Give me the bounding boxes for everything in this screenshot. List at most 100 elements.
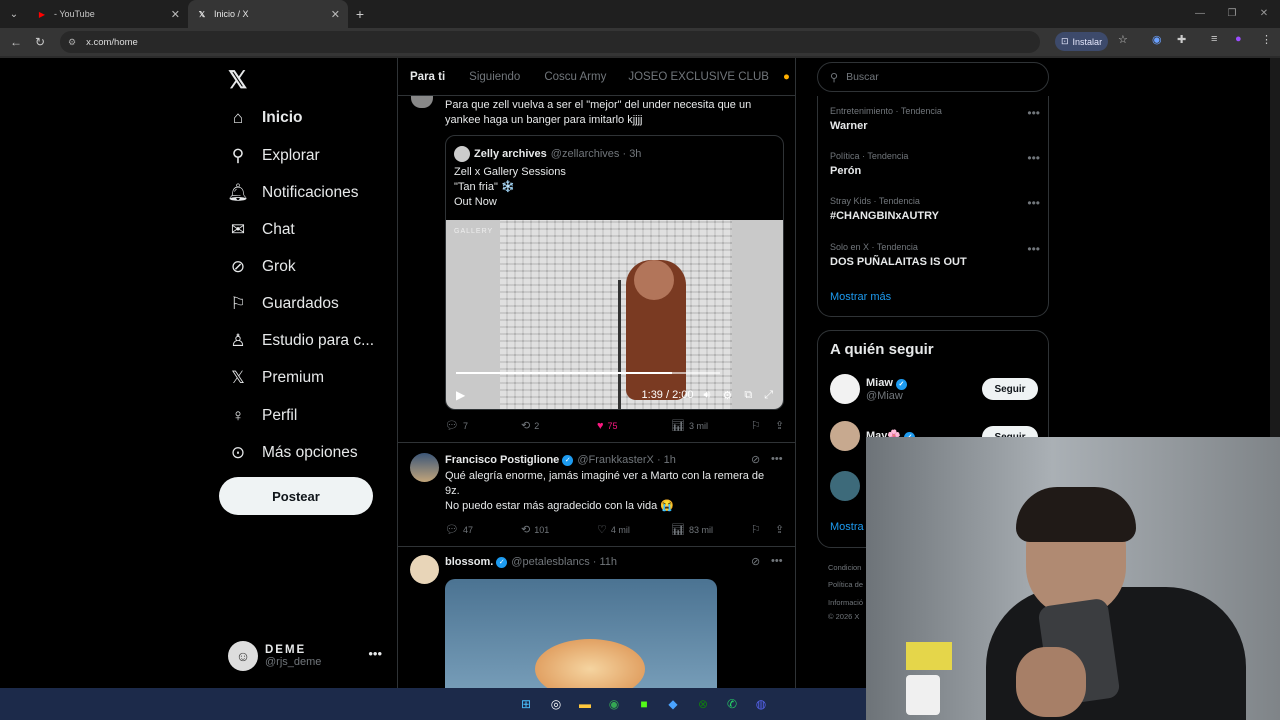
play-icon[interactable]: ▶: [456, 388, 465, 402]
new-tab-button[interactable]: +: [348, 6, 372, 22]
post-button[interactable]: Postear: [219, 477, 373, 515]
like-button[interactable]: ♥ 75: [597, 420, 671, 432]
more-dots-icon[interactable]: •••: [1027, 196, 1040, 210]
close-tab-icon[interactable]: ✕: [171, 8, 180, 21]
back-icon[interactable]: ←: [4, 35, 28, 49]
xbox-icon[interactable]: ⊗: [695, 696, 711, 712]
nav-notifications[interactable]: 🔔︎ Notificaciones: [226, 178, 358, 208]
reading-list-icon[interactable]: ≡: [1211, 33, 1217, 45]
tab-search-button[interactable]: ⌄: [0, 0, 28, 28]
nav-label: Más opciones: [262, 444, 358, 461]
show-more-link[interactable]: Mostra: [830, 521, 864, 533]
tab-overflow-icon[interactable]: ●: [783, 71, 790, 83]
repost-button[interactable]: ⟲ 2: [521, 419, 597, 432]
footer-link[interactable]: Política de: [828, 580, 863, 589]
trend-context: Stray Kids · Tendencia: [830, 196, 920, 206]
grok-icon[interactable]: ⊘: [751, 453, 760, 466]
more-dots-icon[interactable]: •••: [1027, 151, 1040, 165]
url-bar[interactable]: ⚙ x.com/home: [60, 31, 1040, 53]
x-logo-icon[interactable]: 𝕏: [228, 66, 247, 95]
nav-explore[interactable]: ⚲ Explorar: [226, 141, 320, 171]
tab-youtube[interactable]: ▶ - YouTube ✕: [28, 0, 188, 28]
bookmark-button[interactable]: ⚐: [751, 419, 775, 432]
tweet-image[interactable]: [445, 579, 717, 688]
whatsapp-icon[interactable]: ✆: [724, 696, 740, 712]
install-app-button[interactable]: ⊡ Instalar: [1055, 32, 1109, 51]
restore-icon[interactable]: ❐: [1216, 0, 1248, 28]
quote-text: Zell x Gallery Sessions "Tan fria" ❄️ Ou…: [454, 165, 566, 210]
footer-link[interactable]: Condicion: [828, 563, 861, 572]
repost-button[interactable]: ⟲ 101: [521, 523, 597, 536]
pip-icon[interactable]: ⧉: [744, 389, 752, 402]
follow-button[interactable]: Seguir: [982, 378, 1038, 400]
more-dots-icon[interactable]: •••: [1027, 106, 1040, 120]
trend-item[interactable]: Solo en X · Tendencia DOS PUÑALAITAS IS …: [830, 242, 967, 268]
reply-button[interactable]: 💬︎ 47: [445, 523, 521, 536]
show-more-link[interactable]: Mostrar más: [830, 291, 891, 303]
follow-suggestion[interactable]: Miaw ✓ @Miaw: [830, 374, 907, 404]
nav-profile[interactable]: ♀ Perfil: [226, 401, 298, 431]
nav-chat[interactable]: ✉ Chat: [226, 215, 295, 245]
app-icon[interactable]: ◎: [548, 696, 564, 712]
avatar[interactable]: [410, 453, 439, 482]
video-player[interactable]: GALLERY ▶ 1:39 / 2:00 🔊︎ ⚙ ⧉ ⤢: [446, 220, 783, 409]
fullscreen-icon[interactable]: ⤢: [764, 389, 773, 402]
discord-icon[interactable]: ◍: [753, 696, 769, 712]
settings-icon[interactable]: ⚙: [722, 389, 732, 402]
tab-para-ti[interactable]: Para ti: [410, 71, 445, 83]
windows-start-icon[interactable]: ⊞: [518, 696, 534, 712]
author-name[interactable]: Francisco Postiglione: [445, 454, 559, 466]
author-handle[interactable]: @FrankkasterX · 1h: [577, 454, 676, 466]
chrome-icon[interactable]: ◉: [606, 696, 622, 712]
share-button[interactable]: ⇪: [775, 419, 788, 432]
author-name[interactable]: blossom.: [445, 556, 493, 568]
extensions-icon[interactable]: ✚: [1177, 33, 1186, 46]
bookmark-button[interactable]: ⚐: [751, 523, 775, 536]
nav-more-options[interactable]: ⊙ Más opciones: [226, 438, 358, 468]
minimize-icon[interactable]: —: [1184, 0, 1216, 28]
account-switcher[interactable]: ☺ DEME @rjs_deme •••: [228, 640, 388, 672]
nav-bookmarks[interactable]: ⚐ Guardados: [226, 289, 338, 319]
tab-joseo-club[interactable]: JOSEO EXCLUSIVE CLUB: [628, 71, 769, 83]
app-diamond-icon[interactable]: ◆: [665, 696, 681, 712]
profile-avatar-icon[interactable]: ●: [1235, 33, 1242, 45]
site-info-icon[interactable]: ⚙: [68, 37, 76, 48]
nav-grok[interactable]: ⊘ Grok: [226, 252, 296, 282]
author-handle[interactable]: @petalesblancs · 11h: [511, 556, 617, 568]
tab-coscu-army[interactable]: Coscu Army: [544, 71, 606, 83]
nav-premium[interactable]: 𝕏 Premium: [226, 363, 324, 393]
close-window-icon[interactable]: ✕: [1248, 0, 1280, 28]
tab-siguiendo[interactable]: Siguiendo: [469, 71, 520, 83]
grok-icon[interactable]: ⊘: [751, 555, 760, 568]
trend-item[interactable]: Stray Kids · Tendencia #CHANGBINxAUTRY: [830, 196, 939, 222]
share-icon: ⇪: [775, 524, 785, 536]
search-input[interactable]: ⚲ Buscar: [817, 62, 1049, 92]
trend-item[interactable]: Política · Tendencia Perón: [830, 151, 908, 177]
more-dots-icon[interactable]: •••: [1027, 242, 1040, 256]
nav-studio[interactable]: ♙ Estudio para c...: [226, 326, 374, 356]
tab-x-home[interactable]: 𝕏 Inicio / X ✕: [188, 0, 348, 28]
more-dots-icon[interactable]: •••: [368, 646, 382, 661]
file-explorer-icon[interactable]: ▬: [577, 696, 593, 712]
extension-wave-icon[interactable]: ◉: [1152, 33, 1162, 46]
quoted-tweet[interactable]: Zelly archives @zellarchives · 3h Zell x…: [445, 135, 784, 410]
views-button[interactable]: 📊︎ 83 mil: [671, 523, 751, 536]
volume-icon[interactable]: 🔊︎: [704, 389, 711, 402]
menu-dots-icon[interactable]: ⋮: [1261, 33, 1272, 46]
close-tab-icon[interactable]: ✕: [331, 8, 340, 21]
footer-link[interactable]: Informació: [828, 598, 863, 607]
video-progress-track[interactable]: [456, 372, 720, 374]
avatar[interactable]: [411, 94, 433, 108]
share-button[interactable]: ⇪: [775, 523, 788, 536]
reload-icon[interactable]: ↻: [28, 35, 52, 49]
kick-icon[interactable]: ■: [636, 696, 652, 712]
avatar[interactable]: [410, 555, 439, 584]
trend-item[interactable]: Entretenimiento · Tendencia Warner: [830, 106, 942, 132]
more-dots-icon[interactable]: •••: [771, 453, 783, 465]
star-icon[interactable]: ☆: [1118, 33, 1128, 46]
reply-button[interactable]: 💬︎ 7: [445, 419, 521, 432]
more-dots-icon[interactable]: •••: [771, 555, 783, 567]
views-button[interactable]: 📊︎ 3 mil: [671, 419, 751, 432]
nav-home[interactable]: ⌂ Inicio: [226, 103, 303, 133]
like-button[interactable]: ♡ 4 mil: [597, 523, 671, 536]
